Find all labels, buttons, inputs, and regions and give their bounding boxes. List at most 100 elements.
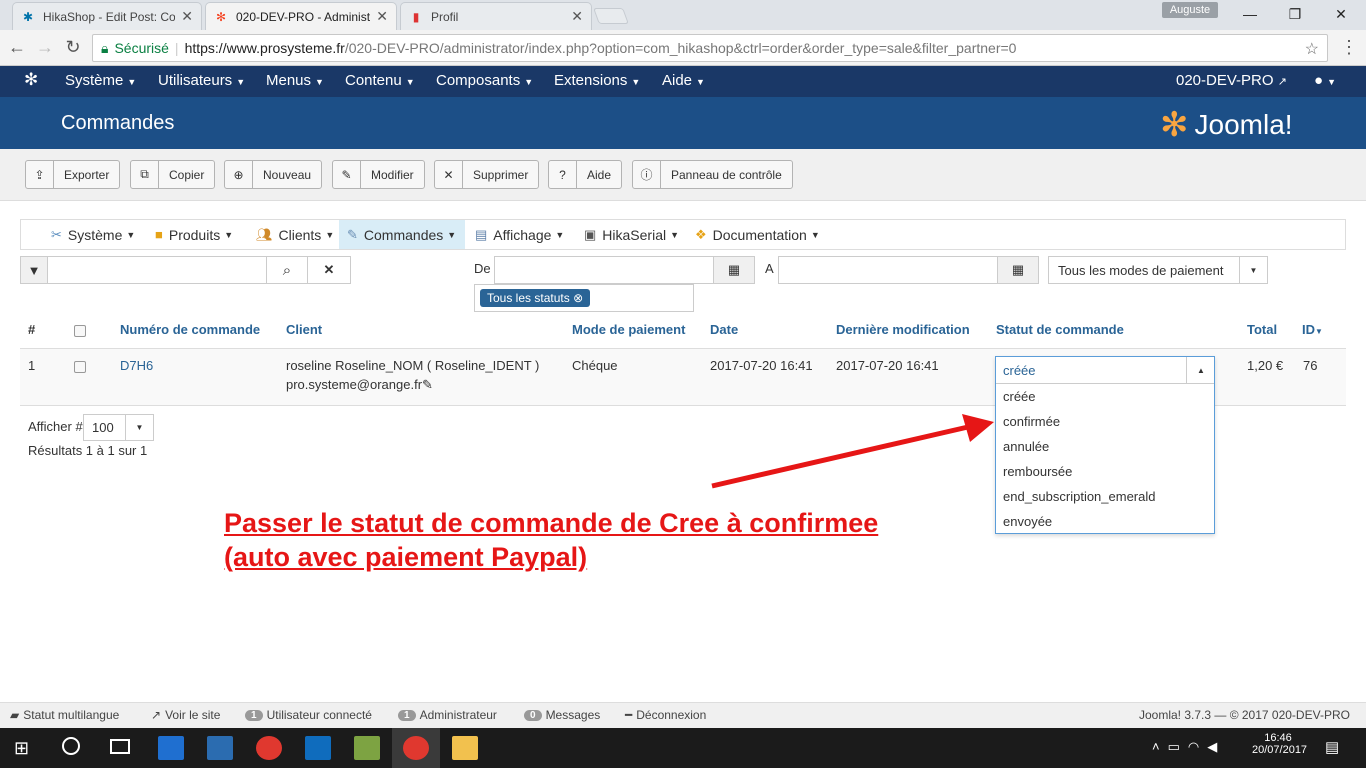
topnav-composants[interactable]: Composants ▼ (436, 72, 533, 89)
menu-icon[interactable]: ⋮ (1338, 37, 1360, 58)
select-all-checkbox[interactable] (74, 325, 86, 337)
from-date-input[interactable] (494, 256, 714, 284)
back-icon[interactable]: ← (6, 37, 28, 58)
export-button[interactable]: ⇪ Exporter (25, 160, 121, 189)
topnav-systeme[interactable]: Système ▼ (65, 72, 136, 89)
edit-button[interactable]: ✎ Modifier (332, 160, 425, 189)
topnav-extensions[interactable]: Extensions ▼ (554, 72, 640, 89)
caret-up-icon[interactable]: ▲ (1186, 357, 1215, 383)
close-icon[interactable]: ✕ (181, 8, 193, 25)
clock[interactable]: 16:46 20/07/2017 (1252, 732, 1307, 756)
clock-time: 16:46 (1264, 732, 1292, 744)
status-option[interactable]: confirmée (1003, 414, 1060, 429)
hikanav-clients[interactable]: 👥︎ Clients ▼ (248, 220, 342, 249)
hikanav-systeme[interactable]: ✂ Système ▼ (43, 220, 143, 249)
order-number-link[interactable]: D7H6 (120, 358, 153, 373)
col-date[interactable]: Date (710, 322, 738, 337)
notepad-icon[interactable] (354, 736, 380, 760)
filter-icon[interactable]: ▼ (20, 256, 48, 284)
star-icon[interactable]: ☆ (1305, 39, 1319, 59)
view-site-link[interactable]: ↗ Voir le site (151, 708, 220, 722)
limit-select[interactable]: 100 ▼ (83, 414, 154, 441)
status-filter-input[interactable]: Tous les statuts ⊗ (474, 284, 694, 312)
payment-select[interactable]: Tous les modes de paiement ▼ (1048, 256, 1268, 284)
computer-icon[interactable] (207, 736, 233, 760)
pencil-icon[interactable]: ✎ (422, 377, 433, 392)
chrome-icon[interactable] (403, 736, 429, 760)
messages-link[interactable]: 0 Messages (524, 708, 600, 722)
users-online[interactable]: 1 Utilisateur connecté (245, 708, 372, 722)
admin-online[interactable]: 1 Administrateur (398, 708, 497, 722)
delete-button[interactable]: ✕ Supprimer (434, 160, 540, 189)
defender-icon[interactable] (158, 736, 184, 760)
caret-down-icon: ▼ (447, 229, 457, 240)
status-option[interactable]: créée (1003, 389, 1036, 404)
calendar-icon[interactable]: ▦ (997, 256, 1039, 284)
search-input[interactable] (47, 256, 267, 284)
col-order-number[interactable]: Numéro de commande (120, 322, 260, 337)
hikanav-affichage[interactable]: ▤ Affichage ▼ (467, 220, 572, 249)
topnav-contenu[interactable]: Contenu ▼ (345, 72, 415, 89)
browser-tab-profil[interactable]: ▮ Profil ✕ (400, 2, 592, 30)
to-label: A (765, 261, 774, 276)
joomla-icon[interactable]: ✻ (24, 70, 38, 90)
copy-button[interactable]: ⧉ Copier (130, 160, 216, 189)
logout-link[interactable]: ━ Déconnexion (625, 708, 706, 722)
new-tab-button[interactable] (593, 8, 629, 24)
topnav-utilisateurs[interactable]: Utilisateurs ▼ (158, 72, 245, 89)
status-dropdown[interactable]: créée ▲ créée confirmée annulée rembours… (995, 356, 1215, 534)
maximize-icon[interactable]: ❐ (1285, 4, 1305, 24)
arrow-head (962, 414, 994, 442)
chrome-icon[interactable] (256, 736, 282, 760)
search-icon[interactable]: ⌕ (266, 256, 308, 284)
close-window-icon[interactable]: ✕ (1331, 4, 1351, 24)
topnav-aide[interactable]: Aide ▼ (662, 72, 705, 89)
hikanav-produits[interactable]: ■ Produits ▼ (147, 220, 241, 249)
forward-icon[interactable]: → (34, 37, 56, 58)
col-total[interactable]: Total (1247, 322, 1277, 337)
external-link-icon: ↗ (151, 708, 162, 722)
multilang-status[interactable]: ▰ Statut multilangue (10, 708, 119, 722)
browser-tab-hikashop[interactable]: ✱ HikaShop - Edit Post: Cor ✕ (12, 2, 202, 30)
col-client[interactable]: Client (286, 322, 322, 337)
col-modified[interactable]: Dernière modification (836, 322, 970, 337)
close-icon[interactable]: ✕ (376, 8, 388, 25)
task-view-icon[interactable] (110, 739, 130, 754)
new-button[interactable]: ⊕ Nouveau (224, 160, 323, 189)
notification-icon[interactable]: ▤ (1325, 738, 1339, 756)
col-status[interactable]: Statut de commande (996, 322, 1124, 337)
hikanav-hikaserial[interactable]: ▣ HikaSerial ▼ (576, 220, 687, 249)
tray-icons[interactable]: ˄▭◠◀︎ (1152, 739, 1225, 755)
col-id[interactable]: ID▼ (1302, 322, 1323, 337)
to-date-input[interactable] (778, 256, 998, 284)
site-link[interactable]: 020-DEV-PRO ↗ (1176, 72, 1287, 89)
hikanav-commandes[interactable]: ✎ Commandes ▼ (339, 220, 465, 249)
remove-tag-icon[interactable]: ⊗ (573, 291, 583, 305)
col-number: # (28, 322, 36, 337)
topnav-menus[interactable]: Menus ▼ (266, 72, 324, 89)
outlook-icon[interactable] (305, 736, 331, 760)
browser-tab-admin[interactable]: ✻ 020-DEV-PRO - Administ ✕ (205, 2, 397, 30)
status-option[interactable]: annulée (1003, 439, 1049, 454)
help-button[interactable]: ? Aide (548, 160, 623, 189)
reload-icon[interactable]: ↻ (62, 37, 84, 58)
browser-user[interactable]: Auguste (1162, 2, 1218, 18)
status-current-value[interactable]: créée (1003, 363, 1036, 378)
status-option[interactable]: remboursée (1003, 464, 1072, 479)
user-menu[interactable]: ● ▼ (1314, 72, 1336, 89)
windows-start-icon[interactable]: ⊞ (14, 738, 29, 759)
close-icon[interactable]: ✕ (571, 8, 583, 25)
folder-icon[interactable] (452, 736, 478, 760)
status-option[interactable]: envoyée (1003, 514, 1052, 529)
row-checkbox[interactable] (74, 361, 86, 373)
control-panel-button[interactable]: ⓘ Panneau de contrôle (632, 160, 793, 189)
clear-search-icon[interactable]: ✕ (307, 256, 351, 284)
hikanav-documentation[interactable]: ❖ Documentation ▼ (687, 220, 828, 249)
col-payment[interactable]: Mode de paiement (572, 322, 685, 337)
minimize-icon[interactable]: — (1240, 4, 1260, 24)
box-icon: ■ (155, 227, 163, 242)
status-option[interactable]: end_subscription_emerald (1003, 489, 1155, 504)
url-input[interactable]: 🔒︎ Sécurisé | https://www.prosysteme.fr /… (92, 34, 1328, 62)
search-icon[interactable] (62, 737, 80, 755)
calendar-icon[interactable]: ▦ (713, 256, 755, 284)
